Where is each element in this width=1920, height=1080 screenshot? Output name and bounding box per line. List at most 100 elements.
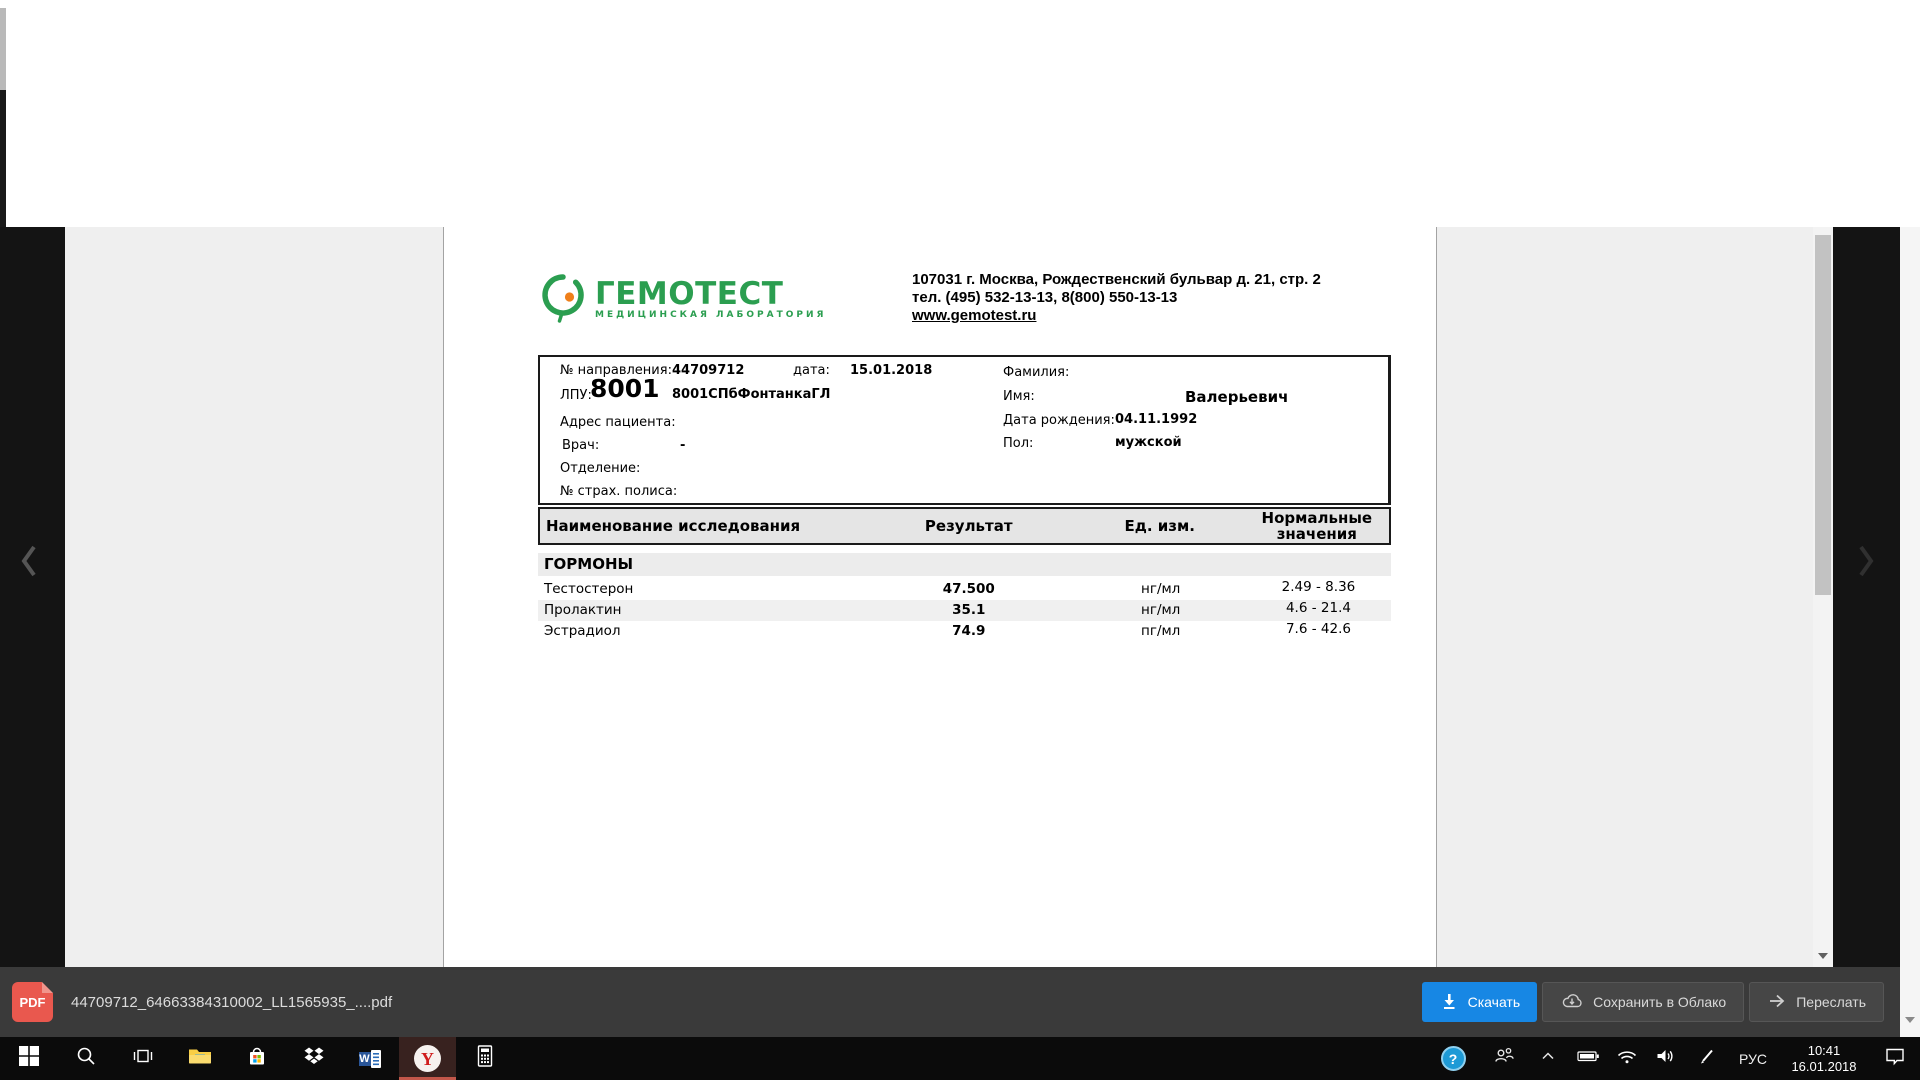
test-name: Тестостерон [538, 579, 862, 600]
date-value: 15.01.2018 [850, 363, 932, 378]
cloud-download-icon [1560, 991, 1584, 1014]
referral-value: 44709712 [672, 363, 744, 378]
left-edge-scrollbar-fragment [0, 8, 6, 90]
volume-icon [1655, 1046, 1677, 1071]
download-icon [1439, 991, 1459, 1014]
calculator-icon [475, 1045, 495, 1072]
test-unit: нг/мл [1075, 579, 1246, 600]
test-range: 7.6 - 42.6 [1246, 621, 1391, 642]
table-row: Тестостерон 47.500 нг/мл 2.49 - 8.36 [538, 579, 1391, 600]
people-tray-button[interactable] [1480, 1037, 1528, 1080]
dropbox-icon [303, 1046, 325, 1071]
test-name: Пролактин [538, 600, 862, 621]
taskbar-search-button[interactable] [57, 1037, 114, 1080]
test-range: 2.49 - 8.36 [1246, 579, 1391, 600]
save-to-cloud-button[interactable]: Сохранить в Облако [1542, 982, 1744, 1022]
pen-icon [1697, 1046, 1717, 1071]
yandex-letter: Y [421, 1050, 434, 1068]
pdf-viewer-overlay: ГЕМОТЕСТ МЕДИЦИНСКАЯ ЛАБОРАТОРИЯ 107031 … [0, 227, 1920, 967]
gemotest-logo: ГЕМОТЕСТ МЕДИЦИНСКАЯ ЛАБОРАТОРИЯ [539, 271, 826, 327]
lab-address-block: 107031 г. Москва, Рождественский бульвар… [912, 271, 1412, 325]
lpu-label: ЛПУ: [560, 388, 592, 403]
gemotest-logo-mark-icon [539, 271, 587, 327]
yandex-browser-icon: Y [414, 1045, 441, 1072]
lab-website: www.gemotest.ru [912, 307, 1412, 325]
file-explorer-button[interactable] [171, 1037, 228, 1080]
people-icon [1492, 1046, 1516, 1071]
search-icon [75, 1045, 97, 1072]
column-header-result: Результат [863, 517, 1075, 535]
test-name: Эстрадиол [538, 621, 862, 642]
page-top-whitespace [0, 0, 1920, 227]
word-button[interactable]: W [342, 1037, 399, 1080]
calculator-button[interactable] [456, 1037, 513, 1080]
forward-label: Переслать [1796, 994, 1866, 1010]
test-range: 4.6 - 21.4 [1246, 600, 1391, 621]
viewer-left-shade [0, 227, 65, 967]
sex-value: мужской [1115, 435, 1182, 450]
test-unit: пг/мл [1075, 621, 1246, 642]
help-tray-button[interactable]: ? [1426, 1037, 1480, 1080]
browser-scrollbar[interactable] [1900, 227, 1920, 1037]
date-label: дата: [793, 363, 830, 378]
language-indicator[interactable]: РУС [1728, 1037, 1778, 1080]
word-letter: W [359, 1052, 371, 1066]
forward-button[interactable]: Переслать [1749, 982, 1884, 1022]
browser-scroll-down-icon[interactable] [1905, 1017, 1915, 1023]
patient-info-box: № направления: 44709712 дата: 15.01.2018… [538, 355, 1391, 505]
windows-logo-icon [19, 1046, 39, 1071]
test-unit: нг/мл [1075, 600, 1246, 621]
dropbox-button[interactable] [285, 1037, 342, 1080]
download-button[interactable]: Скачать [1422, 982, 1538, 1022]
surname-label: Фамилия: [1003, 365, 1069, 380]
doctor-label: Врач: [562, 438, 599, 453]
start-button[interactable] [0, 1037, 57, 1080]
show-hidden-icons-button[interactable] [1528, 1037, 1568, 1080]
birthdate-value: 04.11.1992 [1115, 412, 1197, 427]
clock-time: 10:41 [1791, 1043, 1856, 1059]
clock-date: 16.01.2018 [1791, 1059, 1856, 1075]
birthdate-label: Дата рождения: [1003, 413, 1115, 428]
battery-icon [1577, 1046, 1600, 1071]
policy-label: № страх. полиса: [560, 484, 677, 499]
system-tray: ? [1426, 1037, 1920, 1080]
clock[interactable]: 10:41 16.01.2018 [1778, 1037, 1870, 1080]
table-section-hormones: ГОРМОНЫ [538, 553, 1391, 576]
table-row: Эстрадиол 74.9 пг/мл 7.6 - 42.6 [538, 621, 1391, 642]
column-header-range: Нормальные значения [1245, 510, 1389, 542]
file-explorer-icon [188, 1046, 212, 1071]
save-to-cloud-label: Сохранить в Облако [1593, 994, 1726, 1010]
action-center-button[interactable] [1870, 1037, 1920, 1080]
test-result: 74.9 [862, 621, 1075, 642]
wifi-tray-button[interactable] [1608, 1037, 1646, 1080]
microsoft-store-icon [247, 1046, 267, 1071]
attachment-actions: Скачать Сохранить в Облако Переслать [1422, 982, 1884, 1022]
next-page-chevron-icon[interactable] [1855, 543, 1877, 584]
pdf-file-icon: PDF [12, 982, 53, 1022]
column-header-name: Наименование исследования [540, 517, 863, 535]
download-label: Скачать [1468, 994, 1521, 1010]
pdf-icon-fold [42, 982, 53, 993]
viewer-scrollbar-thumb[interactable] [1815, 235, 1831, 595]
taskbar-app-icons: W Y [0, 1037, 513, 1080]
viewer-scrollbar[interactable] [1813, 227, 1833, 967]
brand-name: ГЕМОТЕСТ [595, 279, 826, 309]
task-view-button[interactable] [114, 1037, 171, 1080]
viewer-scroll-down-icon[interactable] [1818, 953, 1828, 959]
pen-tray-button[interactable] [1686, 1037, 1728, 1080]
previous-page-chevron-icon[interactable] [18, 543, 40, 584]
volume-tray-button[interactable] [1646, 1037, 1686, 1080]
wifi-icon [1616, 1046, 1638, 1071]
help-icon: ? [1441, 1046, 1466, 1071]
attachment-action-bar: PDF 44709712_64663384310002_LL1565935_..… [0, 967, 1900, 1037]
viewer-right-shade [1833, 227, 1900, 967]
microsoft-store-button[interactable] [228, 1037, 285, 1080]
attachment-filename: 44709712_64663384310002_LL1565935_....pd… [71, 994, 392, 1011]
test-result: 35.1 [862, 600, 1075, 621]
department-label: Отделение: [560, 461, 640, 476]
battery-tray-button[interactable] [1568, 1037, 1608, 1080]
yandex-browser-button[interactable]: Y [399, 1037, 456, 1080]
patient-address-label: Адрес пациента: [560, 415, 676, 430]
forward-arrow-icon [1767, 991, 1787, 1014]
pdf-badge-label: PDF [20, 995, 46, 1010]
